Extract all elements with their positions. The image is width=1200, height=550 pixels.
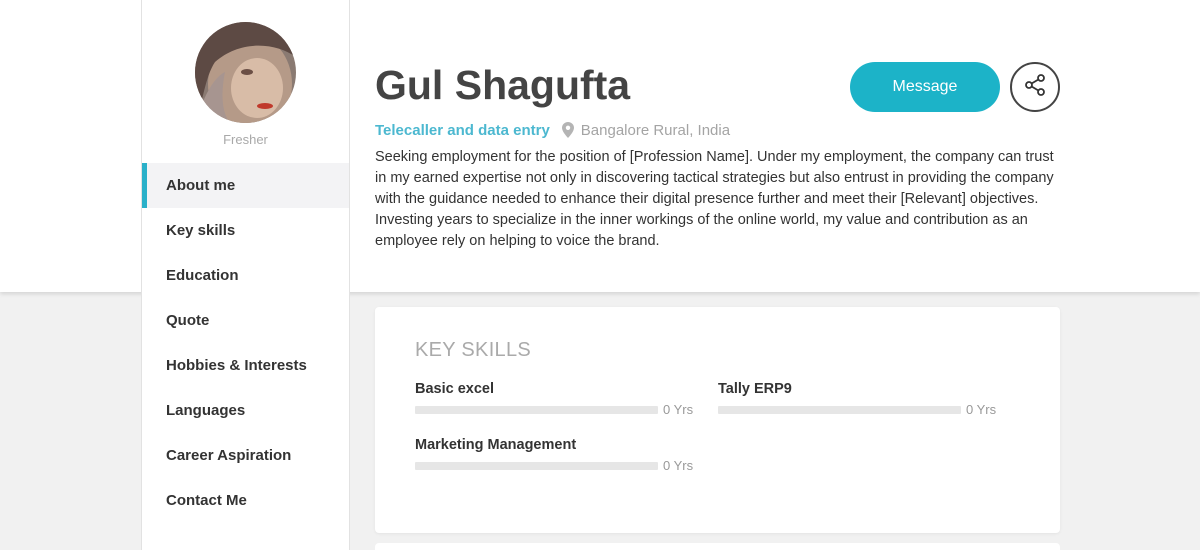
sidebar: Fresher About me Key skills Education Qu… xyxy=(141,0,350,550)
share-icon xyxy=(1023,73,1047,102)
next-section-card xyxy=(375,543,1060,550)
sidebar-nav: About me Key skills Education Quote Hobb… xyxy=(142,163,349,523)
sidebar-item-quote[interactable]: Quote xyxy=(142,298,349,343)
skill-level-bar xyxy=(415,405,658,414)
location-pin-icon xyxy=(561,122,574,138)
skill-level-bar xyxy=(415,461,658,470)
about-me-text: Seeking employment for the position of [… xyxy=(375,149,1054,249)
sidebar-item-key-skills[interactable]: Key skills xyxy=(142,208,349,253)
message-button[interactable]: Message xyxy=(850,62,1000,112)
skill-name: Tally ERP9 xyxy=(718,381,792,397)
sidebar-item-hobbies-interests[interactable]: Hobbies & Interests xyxy=(142,343,349,388)
career-status: Fresher xyxy=(223,132,268,147)
skill-name: Marketing Management xyxy=(415,437,577,453)
job-title: Telecaller and data entry xyxy=(375,121,550,139)
key-skills-heading: KEY SKILLS xyxy=(415,339,532,361)
skill-years: 0 Yrs xyxy=(966,402,997,417)
profile-name: Gul Shagufta xyxy=(375,62,631,108)
sidebar-item-languages[interactable]: Languages xyxy=(142,388,349,433)
skill-level-bar xyxy=(718,405,961,414)
share-button[interactable] xyxy=(1010,62,1060,112)
skill-years: 0 Yrs xyxy=(663,402,694,417)
profile-subtitle: Telecaller and data entry Bangalore Rura… xyxy=(375,120,730,140)
skill-name: Basic excel xyxy=(415,381,495,397)
skill-item: Marketing Management 0 Yrs xyxy=(415,437,695,473)
sidebar-item-career-aspiration[interactable]: Career Aspiration xyxy=(142,433,349,478)
key-skills-card: KEY SKILLS Basic excel 0 Yrs Tally ERP9 … xyxy=(375,307,1060,533)
skill-item: Tally ERP9 0 Yrs xyxy=(718,381,998,417)
skill-item: Basic excel 0 Yrs xyxy=(415,381,695,417)
avatar xyxy=(195,22,296,123)
location-text: Bangalore Rural, India xyxy=(580,121,731,139)
sidebar-item-about-me[interactable]: About me xyxy=(142,163,349,208)
sidebar-item-contact-me[interactable]: Contact Me xyxy=(142,478,349,523)
sidebar-item-education[interactable]: Education xyxy=(142,253,349,298)
skill-years: 0 Yrs xyxy=(663,458,694,473)
